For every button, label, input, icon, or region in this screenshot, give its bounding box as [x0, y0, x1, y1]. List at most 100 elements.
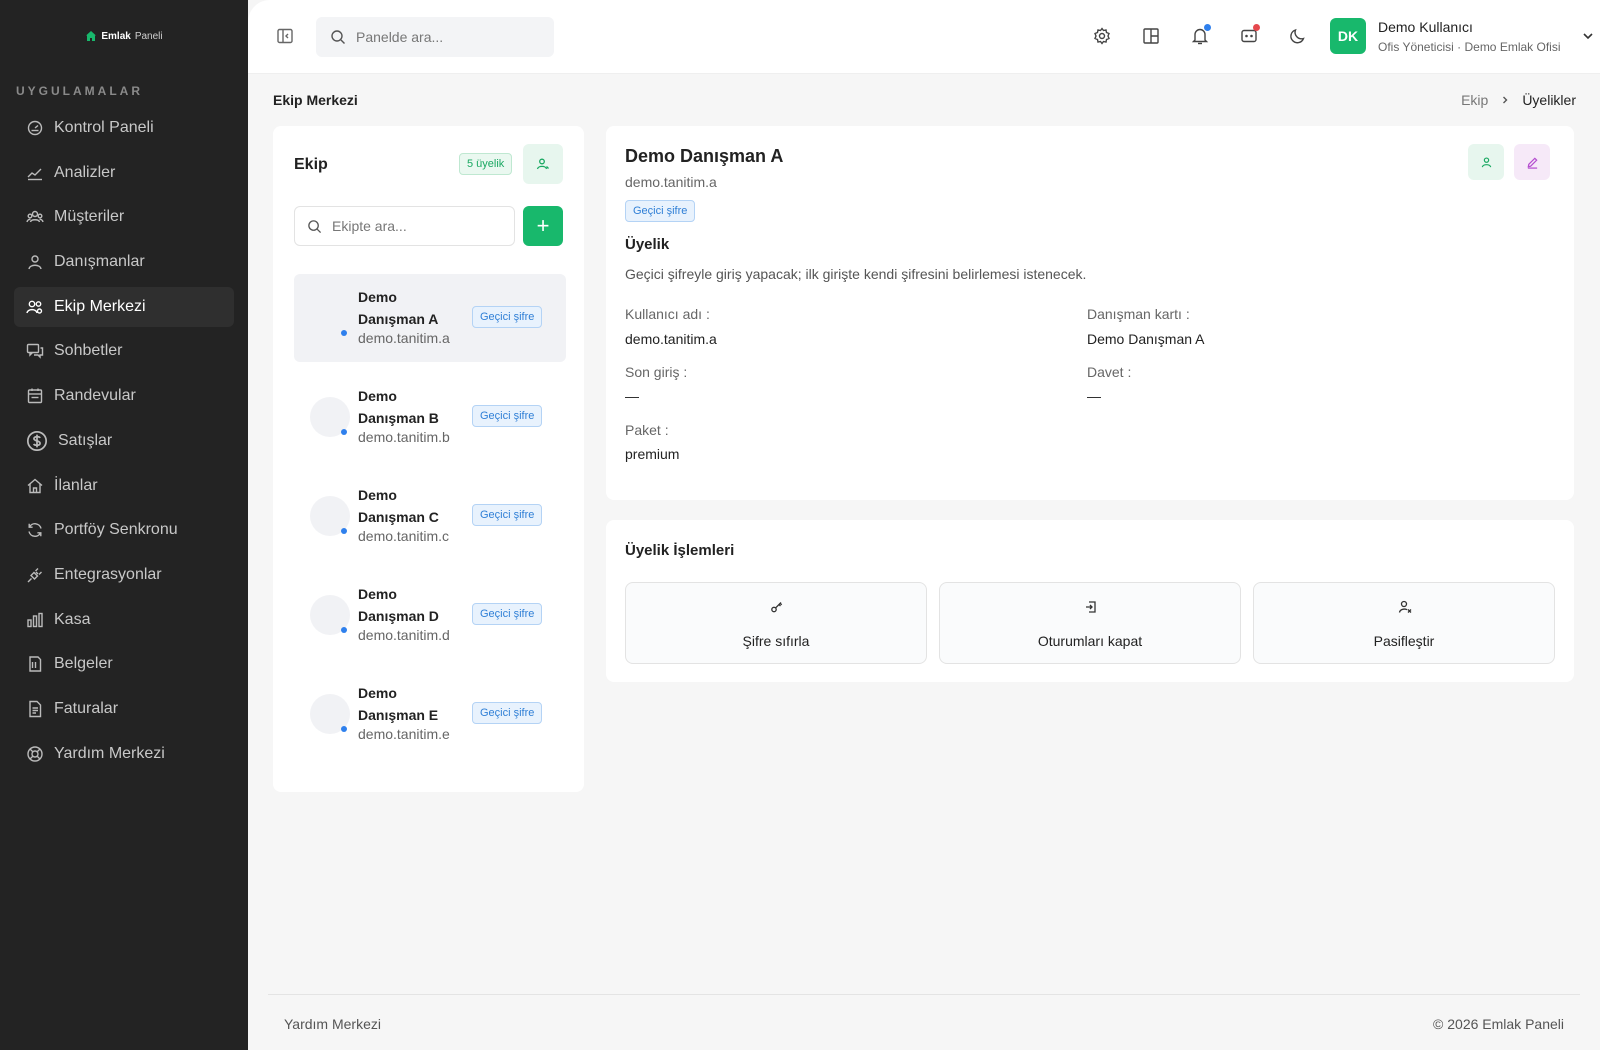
- sidebar-item-label: Entegrasyonlar: [54, 565, 162, 583]
- sidebar-item-danismanlar[interactable]: Danışmanlar: [14, 242, 234, 282]
- member-detail-card: Demo Danışman A demo.tanitim.a Geçici şi…: [606, 126, 1574, 500]
- customers-icon: [26, 211, 44, 223]
- member-last-name: Danışman A: [358, 311, 439, 327]
- add-member-button[interactable]: +: [523, 206, 563, 246]
- user-icon: [28, 255, 42, 270]
- member-last-name: Danışman B: [358, 410, 439, 426]
- sidebar-item-label: Randevular: [54, 387, 136, 405]
- list-item[interactable]: Demo Danışman E demo.tanitim.e Geçici şif…: [294, 670, 566, 758]
- username-label: Kullanıcı adı :: [625, 306, 710, 322]
- sidebar-item-label: Sohbetler: [54, 342, 123, 360]
- sidebar-item-kontrol-paneli[interactable]: Kontrol Paneli: [14, 108, 234, 148]
- invite-member-button[interactable]: [523, 144, 563, 184]
- avatar: DK: [1330, 18, 1366, 54]
- deactivate-button[interactable]: Pasifleştir: [1253, 582, 1555, 664]
- chevron-down-icon: [1582, 33, 1593, 40]
- member-username: demo.tanitim.e: [358, 726, 450, 742]
- top-actions: [1092, 24, 1308, 46]
- user-menu[interactable]: DK Demo Kullanıcı Ofis Yöneticisi · Demo…: [1330, 18, 1595, 54]
- operations-title: Üyelik İşlemleri: [625, 542, 735, 559]
- member-first-name: Demo: [358, 586, 397, 602]
- breadcrumb-parent[interactable]: Ekip: [1461, 92, 1488, 108]
- close-sessions-button[interactable]: Oturumları kapat: [939, 582, 1241, 664]
- sidebar-item-belgeler[interactable]: Belgeler: [14, 644, 234, 684]
- sidebar-item-kasa[interactable]: Kasa: [14, 600, 234, 640]
- theme-toggle-button[interactable]: [1288, 26, 1308, 46]
- search-icon: [308, 219, 322, 233]
- messages-button[interactable]: [1239, 24, 1260, 46]
- team-search-input[interactable]: [332, 218, 502, 234]
- sidebar-item-label: Ekip Merkezi: [54, 297, 146, 315]
- status-dot: [341, 330, 347, 336]
- view-profile-button[interactable]: [1468, 144, 1504, 180]
- edit-member-button[interactable]: [1514, 144, 1550, 180]
- global-search[interactable]: [316, 17, 554, 57]
- layout-button[interactable]: [1141, 26, 1161, 46]
- dashboard-icon: [27, 120, 43, 136]
- last-login-label: Son giriş :: [625, 364, 688, 380]
- global-search-input[interactable]: [356, 29, 536, 45]
- sidebar-item-musteriler[interactable]: Müşteriler: [14, 197, 234, 237]
- member-username: demo.tanitim.a: [358, 330, 450, 346]
- sync-icon: [28, 523, 42, 538]
- advisor-card-label: Danışman kartı :: [1087, 306, 1190, 322]
- sidebar-item-ilanlar[interactable]: İlanlar: [14, 466, 234, 506]
- sidebar-item-label: Kontrol Paneli: [54, 119, 154, 136]
- member-first-name: Demo: [358, 388, 397, 404]
- membership-operations-card: Üyelik İşlemleri Şifre sıfırla Oturumlar…: [606, 520, 1574, 682]
- member-username: demo.tanitim.d: [358, 627, 450, 643]
- sidebar-item-analizler[interactable]: Analizler: [14, 153, 234, 193]
- sidebar-item-entegrasyonlar[interactable]: Entegrasyonlar: [14, 555, 234, 595]
- team-search[interactable]: [294, 206, 515, 246]
- invite-label: Davet :: [1087, 364, 1132, 380]
- list-item[interactable]: Demo Danışman D demo.tanitim.d Geçici şif…: [294, 571, 566, 659]
- advisor-card-value: Demo Danışman A: [1087, 331, 1205, 347]
- gear-icon: [1094, 27, 1110, 45]
- membership-section-title: Üyelik: [625, 236, 670, 253]
- sidebar-nav: Kontrol Paneli Analizler Müşteriler Danı…: [14, 108, 234, 778]
- sidebar-toggle-icon[interactable]: [276, 27, 294, 45]
- member-name: Demo Danışman E: [358, 682, 458, 726]
- bar-chart-icon: [27, 612, 43, 627]
- member-name: Demo Danışman D: [358, 583, 458, 627]
- lifebuoy-icon: [27, 745, 43, 762]
- notifications-button[interactable]: [1190, 24, 1211, 46]
- sidebar-item-sohbetler[interactable]: Sohbetler: [14, 331, 234, 371]
- list-item[interactable]: Demo Danışman C demo.tanitim.c Geçici şif…: [294, 472, 566, 560]
- settings-button[interactable]: [1092, 26, 1112, 46]
- chevron-right-icon: [1503, 96, 1508, 104]
- breadcrumb-current: Üyelikler: [1522, 92, 1576, 108]
- member-name: Demo Danışman C: [358, 484, 458, 528]
- logout-icon: [1086, 601, 1096, 613]
- user-x-icon: [1398, 600, 1412, 613]
- sidebar-item-satislar[interactable]: Satışlar: [14, 421, 234, 461]
- reset-password-button[interactable]: Şifre sıfırla: [625, 582, 927, 664]
- sidebar-item-ekip-merkezi[interactable]: Ekip Merkezi: [14, 286, 234, 327]
- moon-icon: [1290, 28, 1305, 44]
- brand-logo[interactable]: Emlak Paneli: [0, 30, 248, 42]
- list-item[interactable]: Demo Danışman B demo.tanitim.b Geçici şif…: [294, 373, 566, 461]
- key-icon: [771, 602, 783, 613]
- user-info: Demo Kullanıcı Ofis Yöneticisi · Demo Em…: [1378, 19, 1561, 54]
- calendar-icon: [27, 388, 43, 404]
- list-item[interactable]: Demo Danışman A demo.tanitim.a Geçici şif…: [294, 274, 566, 362]
- sidebar-item-yardim-merkezi[interactable]: Yardım Merkezi: [14, 734, 234, 774]
- chat-icon: [26, 344, 44, 360]
- sidebar-item-label: Belgeler: [54, 655, 113, 673]
- last-login-value: —: [625, 388, 639, 404]
- member-detail-username: demo.tanitim.a: [625, 174, 717, 190]
- sidebar-item-faturalar[interactable]: Faturalar: [14, 689, 234, 729]
- sidebar-item-randevular[interactable]: Randevular: [14, 376, 234, 416]
- package-label: Paket :: [625, 422, 669, 438]
- member-name: Demo Danışman B: [358, 385, 458, 429]
- team-card: Ekip 5 üyelik + Demo Danışman A demo.tani…: [273, 126, 584, 792]
- status-badge: Geçici şifre: [472, 702, 543, 724]
- footer-help-link[interactable]: Yardım Merkezi: [284, 1016, 381, 1032]
- sidebar: Emlak Paneli UYGULAMALAR Kontrol Paneli …: [0, 0, 248, 1050]
- invite-value: —: [1087, 388, 1101, 404]
- brand-name-light: Paneli: [134, 30, 163, 42]
- sidebar-item-label: İlanlar: [54, 476, 98, 494]
- sidebar-item-portfoy-senkronu[interactable]: Portföy Senkronu: [14, 510, 234, 550]
- team-icon: [26, 300, 43, 314]
- chart-line-icon: [27, 168, 42, 180]
